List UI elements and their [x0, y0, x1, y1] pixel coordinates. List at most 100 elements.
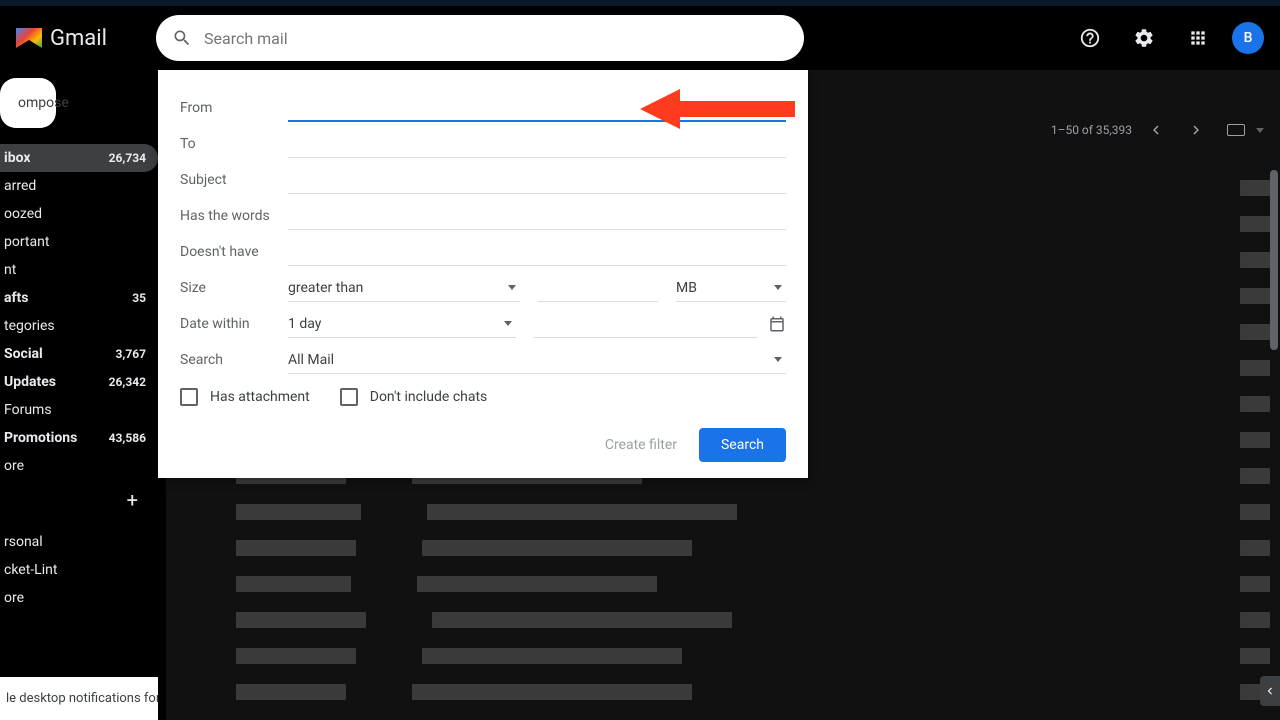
- settings-button[interactable]: [1124, 18, 1164, 58]
- sidebar-label-item[interactable]: ore: [0, 584, 158, 612]
- sidebar-item[interactable]: ore: [0, 452, 158, 480]
- compose-button[interactable]: ompose: [0, 78, 56, 128]
- calendar-icon[interactable]: [768, 315, 786, 333]
- gear-icon: [1133, 27, 1155, 49]
- chevron-down-icon[interactable]: [1256, 128, 1264, 133]
- search-scope-select[interactable]: All Mail: [288, 346, 786, 374]
- sidebar-item-label: ore: [4, 458, 24, 474]
- chevron-left-icon: [1147, 121, 1165, 139]
- sidebar-item[interactable]: Forums: [0, 396, 158, 424]
- size-unit-select[interactable]: MB: [676, 274, 786, 302]
- sidebar-item-label: cket-Lint: [4, 562, 57, 578]
- sidebar-item-label: oozed: [4, 206, 42, 222]
- sidebar-item-label: ore: [4, 590, 24, 606]
- chevron-down-icon: [774, 285, 782, 290]
- sidebar-item-label: rsonal: [4, 534, 43, 550]
- date-within-label: Date within: [180, 316, 288, 332]
- sidebar-item-label: afts: [4, 290, 28, 306]
- sidebar-item-label: portant: [4, 234, 49, 250]
- sidebar-item-label: ibox: [4, 150, 30, 166]
- has-attachment-checkbox[interactable]: [180, 388, 198, 406]
- size-operator-select[interactable]: greater than: [288, 274, 520, 302]
- has-words-label: Has the words: [180, 208, 288, 224]
- help-icon: [1079, 27, 1101, 49]
- sidebar-item[interactable]: portant: [0, 228, 158, 256]
- chevron-down-icon: [774, 357, 782, 362]
- sidebar: ompose ibox 26,734 arred oozed portant nt afts…: [0, 70, 158, 720]
- prev-page-button[interactable]: [1140, 114, 1172, 146]
- subject-input[interactable]: [288, 166, 786, 194]
- side-panel-toggle[interactable]: [1260, 676, 1280, 706]
- keyboard-icon: [1227, 124, 1245, 136]
- chevron-down-icon: [508, 285, 516, 290]
- sidebar-item-label: tegories: [4, 318, 55, 334]
- scrollbar-thumb[interactable]: [1270, 170, 1278, 350]
- apps-icon: [1188, 28, 1208, 48]
- chevron-left-icon: [1263, 684, 1277, 698]
- input-tools-button[interactable]: [1220, 114, 1252, 146]
- size-value-input[interactable]: [538, 274, 658, 302]
- search-input[interactable]: [204, 29, 788, 48]
- advanced-search-panel: From To Subject Has the words Doesn't ha…: [158, 70, 808, 478]
- sidebar-item[interactable]: arred: [0, 172, 158, 200]
- date-value-input[interactable]: [534, 310, 758, 338]
- date-range-select[interactable]: 1 day: [288, 310, 516, 338]
- sidebar-item[interactable]: tegories: [0, 312, 158, 340]
- mail-row[interactable]: [166, 638, 1270, 674]
- mail-row[interactable]: [166, 602, 1270, 638]
- sidebar-item-label: Updates: [4, 374, 56, 390]
- search-button[interactable]: Search: [699, 428, 786, 462]
- to-label: To: [180, 136, 288, 152]
- sidebar-item[interactable]: oozed: [0, 200, 158, 228]
- sidebar-item[interactable]: afts 35: [0, 284, 158, 312]
- sidebar-item[interactable]: Updates26,342: [0, 368, 158, 396]
- plus-icon: +: [127, 488, 138, 512]
- help-button[interactable]: [1070, 18, 1110, 58]
- from-input[interactable]: [288, 94, 786, 122]
- sidebar-item-label: Social: [4, 346, 43, 362]
- sidebar-label-item[interactable]: cket-Lint: [0, 556, 158, 584]
- sidebar-label-item[interactable]: rsonal: [0, 528, 158, 556]
- sidebar-item-count: 35: [132, 291, 146, 305]
- to-input[interactable]: [288, 130, 786, 158]
- search-icon: [172, 28, 192, 48]
- sidebar-item-count: 3,767: [116, 347, 147, 361]
- search-scope-value: All Mail: [288, 352, 334, 368]
- doesnt-have-input[interactable]: [288, 238, 786, 266]
- create-filter-button[interactable]: Create filter: [605, 437, 677, 453]
- size-unit-value: MB: [676, 280, 697, 296]
- search-bar[interactable]: [156, 15, 804, 61]
- has-words-input[interactable]: [288, 202, 786, 230]
- search-scope-label: Search: [180, 352, 288, 368]
- size-label: Size: [180, 280, 288, 296]
- mail-row[interactable]: [166, 674, 1270, 710]
- gmail-icon: [16, 28, 42, 48]
- sidebar-item-label: arred: [4, 178, 36, 194]
- apps-button[interactable]: [1178, 18, 1218, 58]
- subject-label: Subject: [180, 172, 288, 188]
- sidebar-item[interactable]: Social 3,767: [0, 340, 158, 368]
- next-page-button[interactable]: [1180, 114, 1212, 146]
- exclude-chats-label: Don't include chats: [370, 389, 488, 405]
- logo-text: Gmail: [50, 26, 107, 51]
- pagination-range: 1–50 of 35,393: [1051, 123, 1132, 137]
- sidebar-item[interactable]: nt: [0, 256, 158, 284]
- has-attachment-label: Has attachment: [210, 389, 310, 405]
- gmail-logo[interactable]: Gmail: [16, 26, 156, 51]
- sidebar-item[interactable]: ibox 26,734: [0, 144, 158, 172]
- sidebar-item-label: Promotions: [4, 430, 77, 446]
- sidebar-item[interactable]: Promotions 43,586: [0, 424, 158, 452]
- chevron-down-icon: [504, 321, 512, 326]
- desktop-notification-banner[interactable]: le desktop notifications for G: [0, 677, 158, 720]
- mail-row[interactable]: [166, 566, 1270, 602]
- sidebar-item-count: 26,734: [109, 151, 146, 165]
- avatar[interactable]: B: [1232, 22, 1264, 54]
- from-label: From: [180, 100, 288, 116]
- mail-row[interactable]: [166, 494, 1270, 530]
- sidebar-item-label: nt: [4, 262, 16, 278]
- date-range-value: 1 day: [288, 316, 321, 332]
- mail-row[interactable]: [166, 530, 1270, 566]
- new-label-button[interactable]: +: [0, 480, 158, 528]
- sidebar-item-count: 43,586: [109, 431, 146, 445]
- exclude-chats-checkbox[interactable]: [340, 388, 358, 406]
